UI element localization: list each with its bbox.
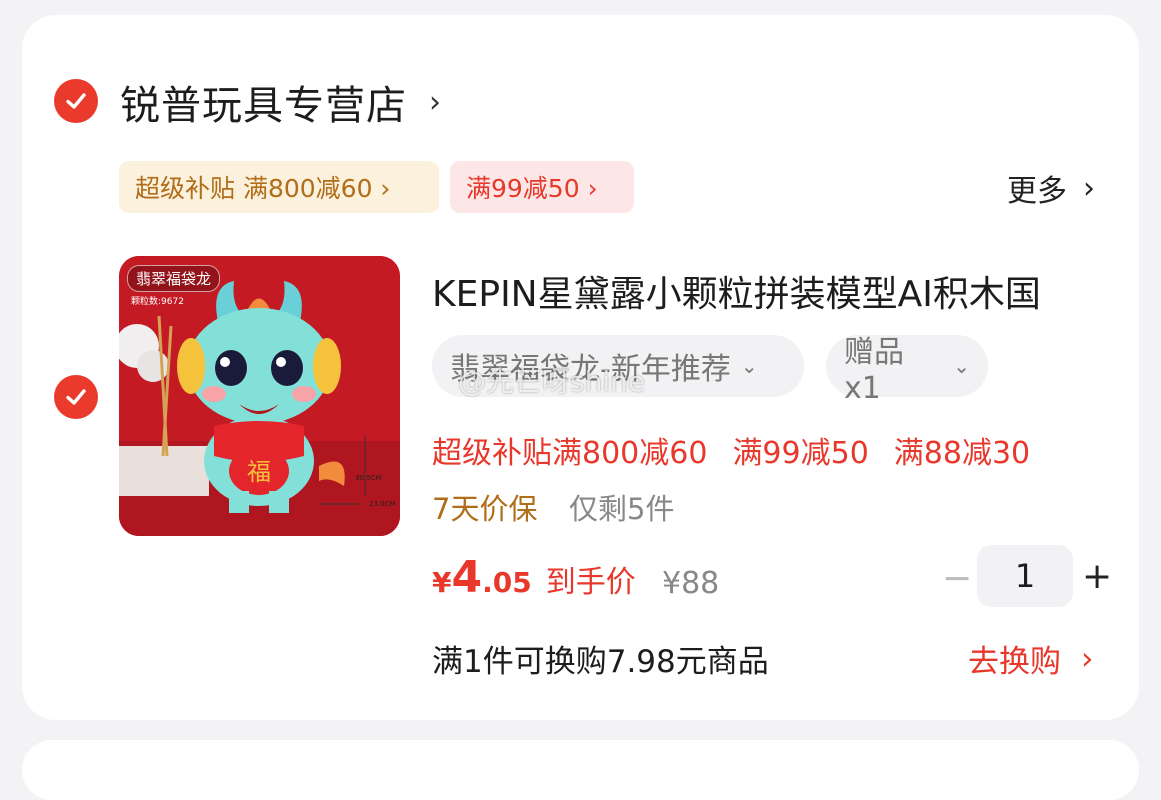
stock-remaining: 仅剩5件 (569, 492, 675, 526)
image-label-badge: 翡翠福袋龙 (127, 265, 221, 292)
price-label: 到手价 (545, 565, 636, 600)
final-price: ¥ 4 .05 到手价 (432, 552, 636, 603)
checkmark-icon (66, 389, 86, 405)
price-currency: ¥ (432, 566, 452, 599)
product-image[interactable]: 福 翡翠福袋龙 颗粒数:9672 30.5CM 23.0CM (119, 256, 400, 536)
store-select-checkbox[interactable] (54, 79, 98, 123)
next-store-card (22, 740, 1139, 800)
original-price: ¥88 (662, 566, 720, 601)
promo-item: 满88减30 (893, 436, 1031, 471)
go-exchange-label: 去换购 (968, 644, 1061, 680)
svg-text:福: 福 (247, 458, 271, 486)
increase-quantity-button[interactable]: + (1082, 556, 1112, 597)
store-coupon-tag-subsidy[interactable]: 超级补贴 满800减60 › (119, 161, 439, 213)
price-decimal: .05 (482, 566, 532, 599)
store-name[interactable]: 锐普玩具专营店 (120, 73, 407, 131)
image-dim-width: 23.0CM (369, 500, 396, 508)
product-select-checkbox[interactable] (54, 375, 98, 419)
store-header[interactable]: 锐普玩具专营店 › (120, 74, 441, 130)
image-dim-height: 30.5CM (355, 474, 382, 482)
chevron-right-icon: › (1083, 170, 1095, 206)
product-title[interactable]: KEPIN星黛露小颗粒拼装模型AI积木国 (432, 265, 1041, 317)
promo-list: 超级补贴满800减60 满99减50 满88减30 (432, 428, 1030, 472)
price-integer: 4 (451, 552, 483, 603)
chevron-down-icon: ⌄ (740, 354, 758, 378)
chevron-down-icon: ⌄ (953, 354, 970, 378)
chevron-right-icon: › (429, 84, 441, 120)
checkmark-icon (66, 93, 86, 109)
price-guarantee-badge: 7天价保 (432, 492, 538, 526)
store-coupon-tag-discount[interactable]: 满99减50 › (450, 161, 634, 213)
promo-item: 满99减50 (732, 436, 869, 471)
watermark: @先芒呀shine (458, 365, 646, 398)
go-exchange-button[interactable]: 去换购 › (968, 636, 1093, 681)
chevron-right-icon: › (1081, 640, 1094, 677)
more-coupons-button[interactable]: 更多 › (1007, 166, 1095, 210)
gift-selector[interactable]: 赠品 x1 ⌄ (826, 335, 988, 406)
quantity-field[interactable]: 1 (977, 545, 1073, 607)
exchange-offer-text: 满1件可换购7.98元商品 (432, 644, 769, 680)
gift-label: 赠品 x1 (844, 334, 904, 406)
more-label: 更多 (1007, 174, 1067, 209)
promo-item: 超级补贴满800减60 (432, 436, 708, 471)
decrease-quantity-button[interactable]: − (942, 558, 972, 599)
image-piece-count: 颗粒数:9672 (131, 297, 184, 307)
